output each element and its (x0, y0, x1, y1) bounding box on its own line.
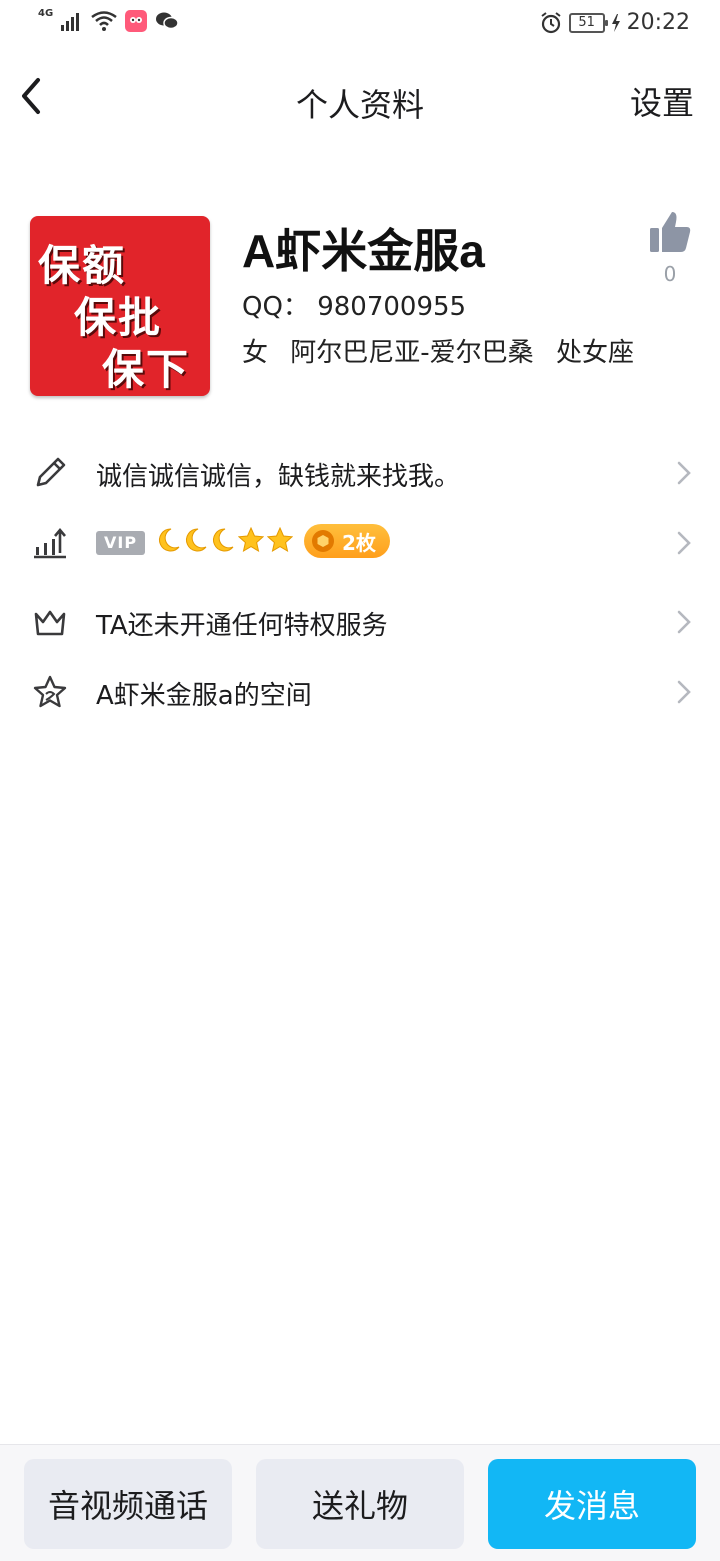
space-star-icon (33, 675, 67, 708)
star-icon (267, 527, 293, 553)
nav-bar: 个人资料 设置 (0, 58, 720, 146)
page-title: 个人资料 (295, 86, 424, 124)
level-row[interactable]: VIP 2枚 (0, 508, 720, 578)
space-row[interactable]: A虾米金服a的空间 (0, 657, 720, 727)
send-message-button[interactable]: 发消息 (488, 1459, 696, 1549)
space-text: A虾米金服a的空间 (96, 681, 312, 711)
moon-icon (213, 528, 234, 552)
level-chart-icon (34, 527, 66, 559)
signature-text: 诚信诚信诚信，缺钱就来找我。 (96, 462, 461, 492)
coin-icon (312, 530, 334, 552)
thumbs-up-icon (650, 212, 691, 252)
status-left: 4G (38, 7, 179, 32)
like-button[interactable]: 0 (644, 210, 696, 286)
chevron-right-icon (677, 531, 691, 555)
privilege-row[interactable]: TA还未开通任何特权服务 (0, 587, 720, 657)
app-notification-icon (125, 10, 148, 32)
level-icons (157, 527, 293, 553)
pencil-icon (36, 457, 66, 487)
nickname: A虾米金服a (242, 225, 485, 277)
moon-icon (186, 528, 207, 552)
settings-button[interactable]: 设置 (630, 78, 694, 124)
chevron-right-icon (677, 610, 691, 634)
privilege-text: TA还未开通任何特权服务 (96, 611, 388, 641)
zodiac: 处女座 (555, 338, 634, 368)
network-type: 4G (38, 7, 54, 19)
status-bar: 4G 51 20:22 (0, 0, 720, 52)
alarm-icon (540, 11, 561, 33)
bottom-action-bar: 音视频通话 送礼物 发消息 (0, 1444, 720, 1561)
wechat-icon (156, 12, 179, 30)
coin-badge[interactable]: 2枚 (304, 524, 390, 558)
avatar-text-line-3: 保下 (102, 345, 191, 394)
moon-icon (159, 528, 180, 552)
av-call-button[interactable]: 音视频通话 (24, 1459, 232, 1549)
signature-row[interactable]: 诚信诚信诚信，缺钱就来找我。 (0, 438, 720, 508)
battery-indicator: 51 (568, 12, 608, 33)
gender: 女 (242, 338, 269, 368)
coin-count: 2枚 (342, 530, 376, 555)
avatar[interactable]: 保额 保批 保下 (30, 216, 210, 396)
star-icon (238, 527, 264, 553)
qq-number[interactable]: QQ： 980700955 (242, 286, 466, 323)
status-right: 51 20:22 (539, 10, 690, 35)
like-count: 0 (663, 262, 677, 286)
send-gift-button[interactable]: 送礼物 (256, 1459, 464, 1549)
charging-icon (611, 13, 620, 32)
location: 阿尔巴尼亚-爱尔巴桑 (290, 338, 534, 368)
chevron-right-icon (677, 461, 691, 485)
vip-badge: VIP (96, 531, 146, 555)
wifi-icon (91, 11, 117, 31)
profile-info: 女 阿尔巴尼亚-爱尔巴桑 处女座 (242, 332, 648, 369)
chevron-right-icon (677, 680, 691, 704)
signal-icon (61, 13, 80, 31)
crown-icon (34, 610, 66, 636)
clock: 20:22 (626, 10, 690, 35)
